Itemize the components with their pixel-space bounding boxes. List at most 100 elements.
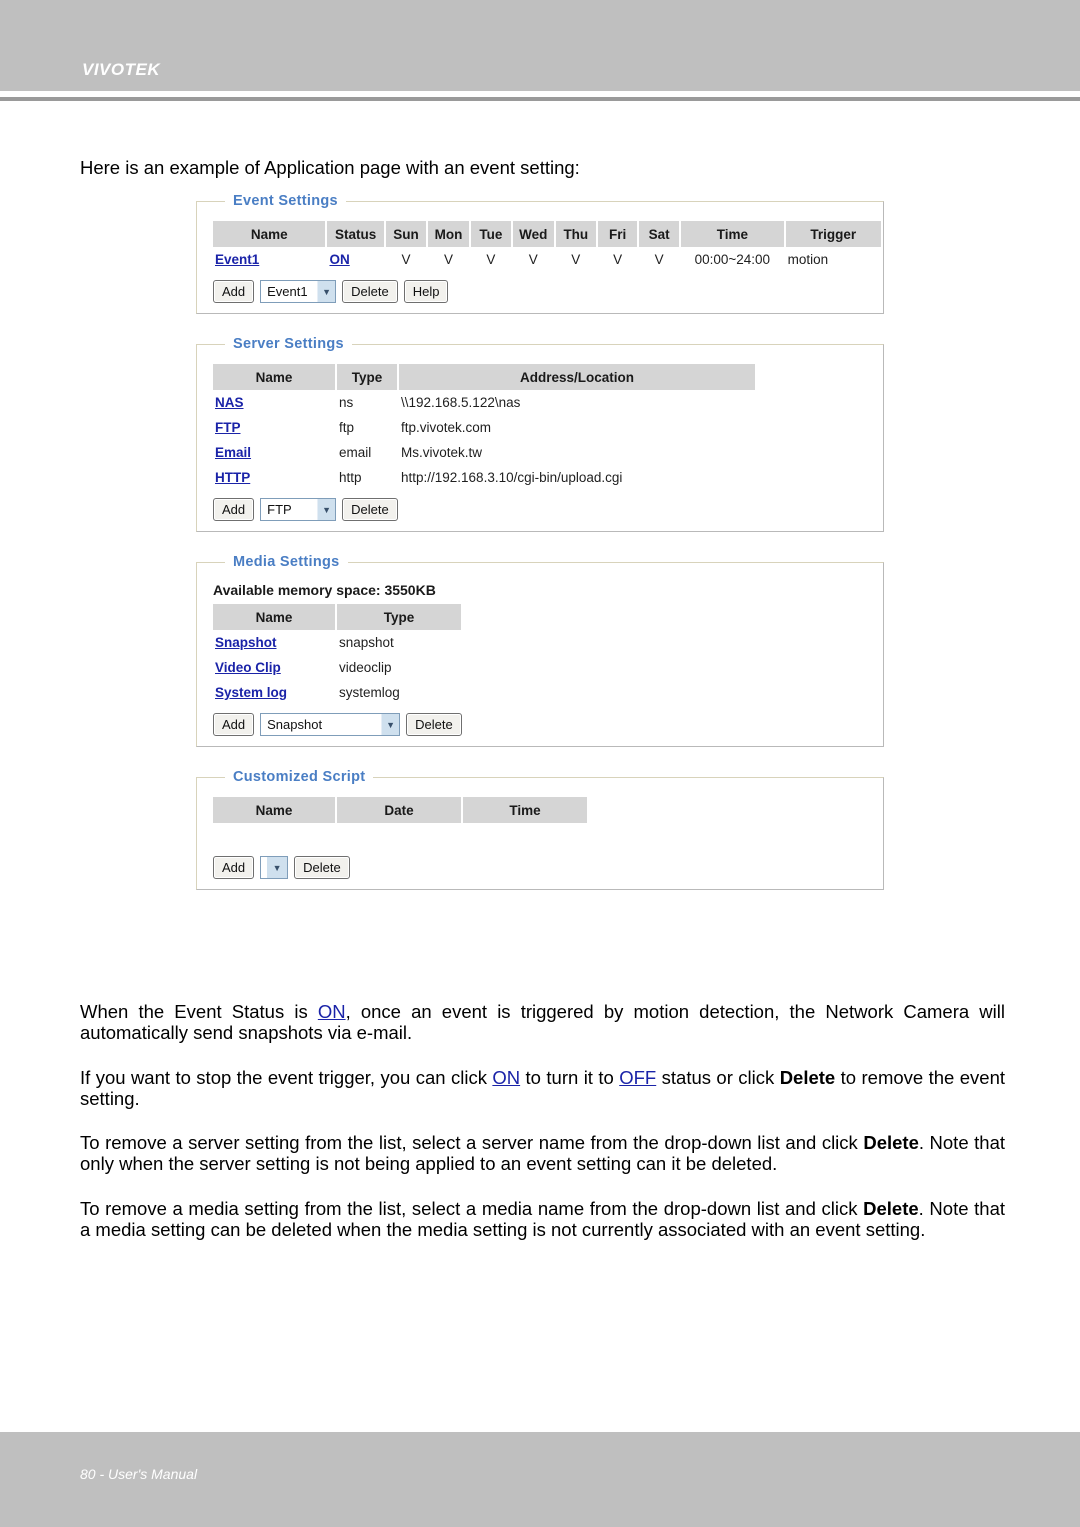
media-name-link-snapshot[interactable]: Snapshot <box>215 635 277 650</box>
table-row: System log systemlog <box>213 680 461 705</box>
column-header-address: Address/Location <box>399 364 755 390</box>
column-header-type: Type <box>337 364 397 390</box>
table-row: Video Clip videoclip <box>213 655 461 680</box>
column-header-status: Status <box>327 221 384 247</box>
event-delete-button[interactable]: Delete <box>342 280 398 303</box>
p3-delete-bold: Delete <box>863 1131 919 1153</box>
server-name-link-nas[interactable]: NAS <box>215 395 244 410</box>
event-settings-table: Name Status Sun Mon Tue Wed Thu Fri Sat … <box>211 221 883 272</box>
paragraph-stop-trigger: If you want to stop the event trigger, y… <box>80 1067 1005 1110</box>
p1-on-link[interactable]: ON <box>318 1001 346 1022</box>
event-time-cell: 00:00~24:00 <box>694 252 771 267</box>
column-header-tue: Tue <box>470 221 511 247</box>
column-header-type: Type <box>337 604 461 630</box>
media-settings-table: Name Type Snapshot snapshot Video Clip v… <box>211 604 463 705</box>
media-name-link-videoclip[interactable]: Video Clip <box>215 660 281 675</box>
event-add-button[interactable]: Add <box>213 280 255 303</box>
event-mon-cell: V <box>444 252 454 267</box>
table-row: Event1 ON V V V V V V V 00:00~24:00 moti… <box>213 247 881 272</box>
footer-page-label: 80 - User's Manual <box>80 1466 198 1482</box>
media-select-value: Snapshot <box>267 717 323 732</box>
application-page-screenshot: Event Settings Name Status Sun Mon Tue W… <box>196 193 884 912</box>
table-header-row: Name Date Time <box>213 797 587 823</box>
script-select[interactable]: ▼ <box>260 856 289 879</box>
media-settings-panel: Media Settings Available memory space: 3… <box>196 554 884 747</box>
event-name-cell: Event1 <box>213 247 325 272</box>
media-name-cell: System log <box>213 680 335 705</box>
script-delete-button[interactable]: Delete <box>294 856 350 879</box>
table-row: Email email Ms.vivotek.tw <box>213 440 755 465</box>
table-row: NAS ns \\192.168.5.122\nas <box>213 390 755 415</box>
event-select-value: Event1 <box>267 284 308 299</box>
server-add-button[interactable]: Add <box>213 498 255 521</box>
page-header: VIVOTEK <box>0 0 1080 91</box>
p2-text-a: If you want to stop the event trigger, y… <box>80 1066 493 1088</box>
event-tue-cell: V <box>486 252 496 267</box>
script-empty-cell <box>463 823 587 848</box>
column-header-time: Time <box>463 797 587 823</box>
table-row: Snapshot snapshot <box>213 630 461 655</box>
column-header-name: Name <box>213 604 335 630</box>
column-header-sat: Sat <box>639 221 680 247</box>
server-select-value: FTP <box>267 502 292 517</box>
table-header-row: Name Type Address/Location <box>213 364 755 390</box>
server-address-cell: http://192.168.3.10/cgi-bin/upload.cgi <box>401 470 623 485</box>
event-status-cell: ON <box>327 247 383 272</box>
server-name-cell: HTTP <box>213 465 335 490</box>
server-name-link-email[interactable]: Email <box>215 445 251 460</box>
server-select[interactable]: FTP ▼ <box>260 498 337 521</box>
table-header-row: Name Status Sun Mon Tue Wed Thu Fri Sat … <box>213 221 881 247</box>
column-header-time: Time <box>681 221 784 247</box>
event-status-link[interactable]: ON <box>329 252 349 267</box>
event-settings-legend: Event Settings <box>233 193 338 209</box>
media-name-cell: Snapshot <box>213 630 335 655</box>
page-footer: 80 - User's Manual <box>0 1432 1080 1527</box>
script-add-button[interactable]: Add <box>213 856 255 879</box>
media-type-cell: snapshot <box>339 635 394 650</box>
server-address-cell: Ms.vivotek.tw <box>401 445 483 460</box>
table-row: HTTP http http://192.168.3.10/cgi-bin/up… <box>213 465 755 490</box>
p4-text-a: To remove a media setting from the list,… <box>80 1197 864 1219</box>
media-name-cell: Video Clip <box>213 655 335 680</box>
server-name-cell: Email <box>213 440 335 465</box>
media-type-cell: videoclip <box>339 660 392 675</box>
p4-delete-bold: Delete <box>863 1197 919 1219</box>
p2-on-link[interactable]: ON <box>492 1067 520 1088</box>
server-name-cell: NAS <box>213 390 335 415</box>
event-trigger-cell: motion <box>787 252 829 267</box>
p2-text-c: status or click <box>656 1066 780 1088</box>
server-settings-legend: Server Settings <box>233 336 344 352</box>
p2-delete-bold: Delete <box>779 1066 836 1088</box>
p2-off-link[interactable]: OFF <box>619 1067 656 1088</box>
column-header-wed: Wed <box>512 221 554 247</box>
script-empty-cell <box>337 823 461 848</box>
server-settings-table: Name Type Address/Location NAS ns \\192.… <box>211 364 757 490</box>
brand-logo: VIVOTEK <box>82 60 161 79</box>
table-row: FTP ftp ftp.vivotek.com <box>213 415 755 440</box>
paragraph-remove-server: To remove a server setting from the list… <box>80 1132 1005 1175</box>
media-delete-button[interactable]: Delete <box>406 713 462 736</box>
media-add-button[interactable]: Add <box>213 713 255 736</box>
event-name-link[interactable]: Event1 <box>215 252 259 267</box>
server-name-cell: FTP <box>213 415 335 440</box>
media-controls-row: Add Snapshot ▼ Delete <box>211 713 883 736</box>
event-help-button[interactable]: Help <box>403 280 449 303</box>
server-type-cell: http <box>339 470 362 485</box>
column-header-name: Name <box>213 797 335 823</box>
customized-script-legend: Customized Script <box>233 769 366 785</box>
column-header-date: Date <box>337 797 461 823</box>
event-select[interactable]: Event1 ▼ <box>260 280 337 303</box>
customized-script-table: Name Date Time <box>211 797 589 848</box>
server-name-link-http[interactable]: HTTP <box>215 470 250 485</box>
column-header-mon: Mon <box>428 221 469 247</box>
script-controls-row: Add ▼ Delete <box>211 856 883 879</box>
column-header-name: Name <box>213 221 326 247</box>
server-name-link-ftp[interactable]: FTP <box>215 420 241 435</box>
server-type-cell: email <box>339 445 372 460</box>
paragraph-remove-media: To remove a media setting from the list,… <box>80 1198 1005 1241</box>
server-delete-button[interactable]: Delete <box>342 498 398 521</box>
media-select[interactable]: Snapshot ▼ <box>260 713 401 736</box>
event-controls-row: Add Event1 ▼ Delete Help <box>211 280 883 303</box>
media-settings-legend: Media Settings <box>233 554 340 570</box>
media-name-link-systemlog[interactable]: System log <box>215 685 287 700</box>
